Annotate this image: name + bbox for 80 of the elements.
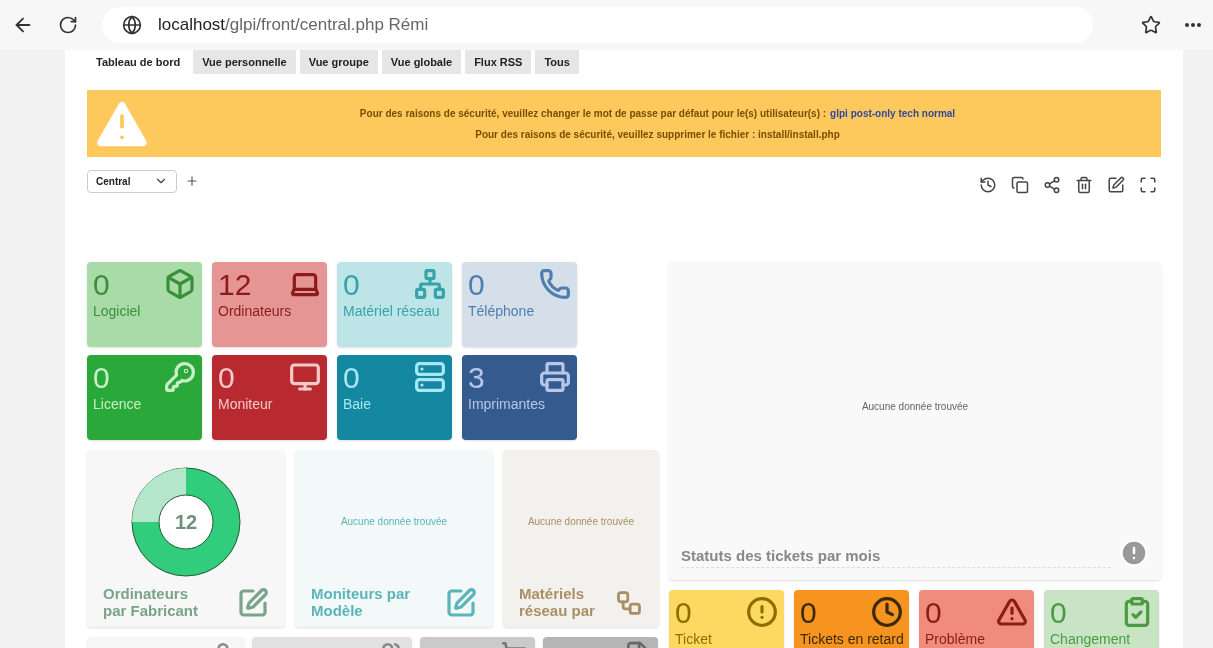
edit-icon bbox=[237, 587, 269, 619]
delete-button[interactable] bbox=[1075, 176, 1093, 194]
counter-value: 0 bbox=[1050, 596, 1067, 630]
reload-button[interactable] bbox=[58, 15, 78, 35]
share-button[interactable] bbox=[1043, 176, 1061, 194]
fullscreen-button[interactable] bbox=[1139, 176, 1157, 194]
alert-text: Pour des raisons de sécurité, veuillez supprimer le fichier : install/install.php bbox=[475, 127, 840, 142]
card-title: Statuts des tickets par mois bbox=[681, 544, 1111, 568]
exclamation-circle-icon bbox=[746, 596, 778, 628]
dashboard-select[interactable]: Central bbox=[87, 169, 177, 193]
counter-label: Téléphone bbox=[468, 302, 536, 320]
tab[interactable]: Vue personnelle bbox=[193, 50, 296, 74]
counter-value: 0 bbox=[93, 361, 110, 395]
clock-icon bbox=[871, 596, 903, 628]
counter-value: 0 bbox=[468, 268, 485, 302]
counter-label: Imprimantes bbox=[468, 395, 547, 413]
globe-icon bbox=[122, 15, 142, 35]
counter-tile[interactable]: 0 Ticket bbox=[669, 590, 784, 648]
monitor-icon bbox=[289, 361, 321, 393]
card-title: Moniteurs par Modèle bbox=[311, 585, 412, 619]
counter-value: 0 bbox=[93, 268, 110, 302]
url-text: localhost/glpi/front/central.php Rémi bbox=[158, 14, 429, 37]
warning-triangle-icon bbox=[996, 596, 1028, 628]
tab[interactable]: Tous bbox=[535, 50, 579, 74]
counter-tile[interactable]: 0 Licence bbox=[87, 355, 202, 440]
more-dots-icon bbox=[1185, 23, 1201, 27]
counter-tile[interactable]: 0 Problème bbox=[919, 590, 1034, 648]
counter-value: 0 bbox=[343, 361, 360, 395]
counter-value: 0 bbox=[675, 596, 692, 630]
favorites-button[interactable] bbox=[1141, 15, 1161, 35]
donut-total: 12 bbox=[173, 509, 199, 534]
add-button[interactable] bbox=[185, 174, 199, 188]
phone-icon bbox=[539, 268, 571, 300]
counter-value: 12 bbox=[218, 268, 252, 302]
users-link[interactable]: glpi post-only tech normal bbox=[830, 105, 956, 121]
counter-tile[interactable]: 0 Baie bbox=[337, 355, 452, 440]
counter-tile[interactable]: 0 Téléphone bbox=[462, 262, 577, 347]
counter-tile[interactable]: 12 Ordinateurs bbox=[212, 262, 327, 347]
counter-value: 0 bbox=[800, 596, 817, 630]
counter-tile[interactable]: 0 Logiciel bbox=[87, 262, 202, 347]
counter-label: Licence bbox=[93, 395, 143, 413]
counter-label: Moniteur bbox=[218, 395, 274, 413]
counter-tile[interactable]: 0 Moniteur bbox=[212, 355, 327, 440]
history-button[interactable] bbox=[979, 176, 997, 194]
counter-value: 0 bbox=[343, 268, 360, 302]
edit-icon bbox=[445, 587, 477, 619]
counter-value: 0 bbox=[218, 361, 235, 395]
tab[interactable]: Vue globale bbox=[381, 50, 462, 74]
counter-label: Baie bbox=[343, 395, 373, 413]
counter-value: 3 bbox=[468, 361, 485, 395]
address-bar[interactable]: localhost/glpi/front/central.php Rémi bbox=[102, 7, 1093, 43]
alert-text: Pour des raisons de sécurité, veuillez changer le mot de passe par défaut pour le(s) utilisateur(s) : bbox=[359, 106, 827, 121]
counter-label: Changement bbox=[1050, 630, 1132, 648]
counter-label: Ticket bbox=[675, 630, 713, 648]
box-icon bbox=[164, 268, 196, 300]
no-data-message: Aucune donnée trouvée bbox=[340, 515, 448, 529]
counter-label: Matériel réseau bbox=[343, 302, 441, 320]
copy-button[interactable] bbox=[1011, 176, 1029, 194]
edit-button[interactable] bbox=[1107, 176, 1125, 194]
printer-icon bbox=[539, 361, 571, 393]
counter-tile[interactable]: 0 Changement bbox=[1044, 590, 1159, 648]
counter-tile[interactable]: 0 Matériel réseau bbox=[337, 262, 452, 347]
counter-tile[interactable]: 0 Tickets en retard bbox=[794, 590, 909, 648]
card-title: Matériels réseau par bbox=[519, 585, 596, 619]
no-data-message: Aucune donnée trouvée bbox=[527, 515, 635, 529]
server-rack-icon bbox=[414, 361, 446, 393]
counter-value: 0 bbox=[925, 596, 942, 630]
counter-label: Tickets en retard bbox=[800, 630, 903, 648]
counter-label: Logiciel bbox=[93, 302, 142, 320]
counter-label: Problème bbox=[925, 630, 986, 648]
no-data-message: Aucune donnée trouvée bbox=[861, 399, 969, 414]
counter-tile[interactable]: 3 Imprimantes bbox=[462, 355, 577, 440]
tab[interactable]: Vue groupe bbox=[299, 50, 378, 74]
more-button[interactable] bbox=[1185, 23, 1201, 27]
key-icon bbox=[164, 361, 196, 393]
tab[interactable]: Flux RSS bbox=[465, 50, 532, 74]
card-title: Ordinateurs par Fabricant bbox=[103, 585, 200, 619]
counter-label: Ordinateurs bbox=[218, 302, 293, 320]
network-icon bbox=[414, 268, 446, 300]
exclamation-circle-icon bbox=[1119, 538, 1149, 568]
